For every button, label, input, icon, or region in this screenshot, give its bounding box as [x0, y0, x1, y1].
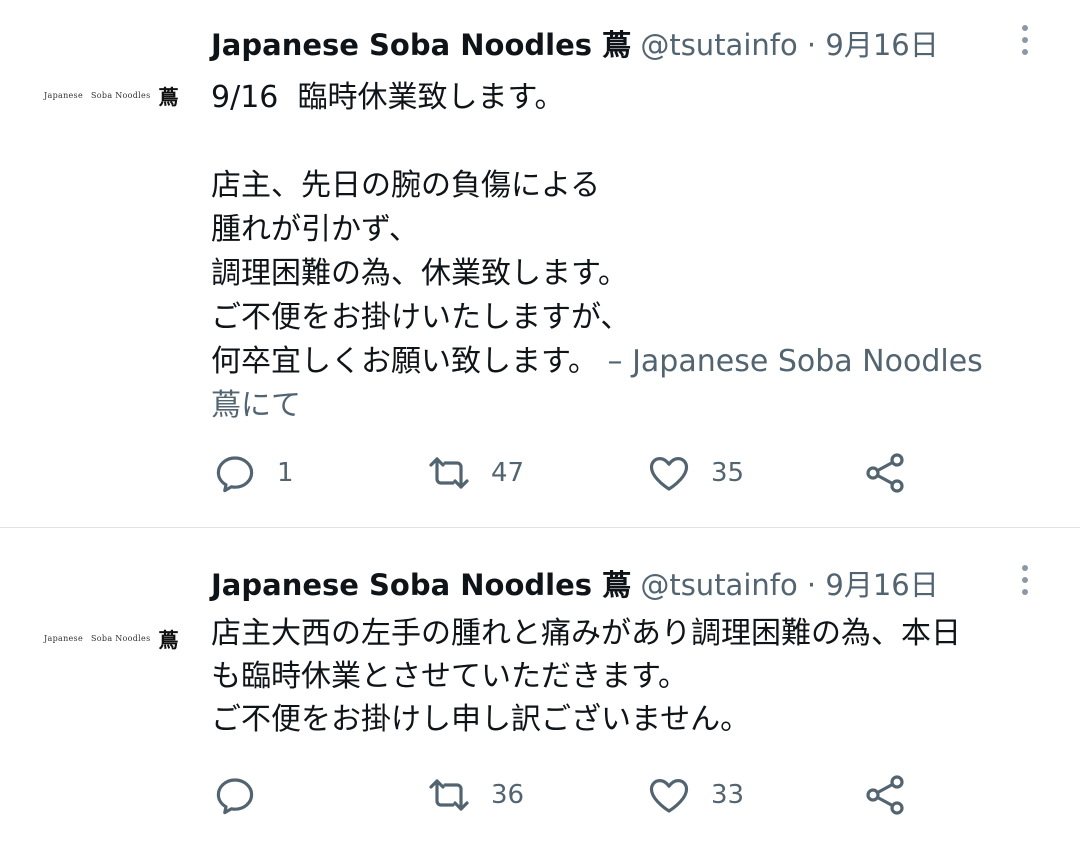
retweet-count: 47 — [491, 458, 525, 488]
tweet-body: 店主大西の左手の腫れと痛みがあり調理困難の為、本日 も臨時休業とさせていただきま… — [211, 616, 961, 737]
reply-icon — [216, 456, 254, 493]
like-count: 33 — [711, 780, 745, 810]
retweet-icon — [429, 457, 469, 489]
reply-icon — [216, 778, 254, 815]
tweet[interactable]: Japanese Soba Noodles 蔦 Japanese Soba No… — [0, 527, 1080, 845]
avatar[interactable]: Japanese Soba Noodles 蔦 — [44, 78, 178, 112]
display-name[interactable]: Japanese Soba Noodles 蔦 — [211, 28, 631, 62]
tweet-date[interactable]: 9月16日 — [825, 28, 938, 62]
share-button[interactable] — [861, 448, 909, 498]
separator: · — [797, 28, 826, 62]
reply-count: 1 — [277, 458, 294, 488]
avatar-text-left: Japanese — [44, 90, 83, 100]
tweet-header: Japanese Soba Noodles 蔦 @tsutainfo · 9月1… — [211, 26, 939, 64]
avatar-mark: 蔦 — [158, 627, 179, 652]
heart-icon — [649, 779, 689, 813]
like-button[interactable]: 33 — [645, 770, 744, 820]
more-vertical-icon[interactable] — [1014, 560, 1036, 600]
display-name[interactable]: Japanese Soba Noodles 蔦 — [211, 568, 631, 602]
tweet-body: 9/16 臨時休業致します。 店主、先日の腕の負傷による 腫れが引かず、 調理困… — [211, 80, 631, 379]
separator: · — [797, 568, 826, 602]
retweet-button[interactable]: 36 — [425, 770, 524, 820]
heart-icon — [649, 457, 689, 491]
tweet-actions: 1 47 35 — [211, 448, 931, 498]
avatar-text-left: Japanese — [44, 633, 83, 643]
tweet-text: 9/16 臨時休業致します。 店主、先日の腕の負傷による 腫れが引かず、 調理困… — [211, 76, 1051, 428]
tweet-date[interactable]: 9月16日 — [825, 568, 938, 602]
avatar-mark: 蔦 — [158, 84, 179, 109]
share-icon — [866, 775, 904, 815]
retweet-button[interactable]: 47 — [425, 448, 524, 498]
retweet-count: 36 — [491, 780, 525, 810]
like-count: 35 — [711, 458, 745, 488]
reply-button[interactable]: 1 — [211, 448, 294, 498]
tweet-text: 店主大西の左手の腫れと痛みがあり調理困難の為、本日 も臨時休業とさせていただきま… — [211, 612, 1051, 741]
like-button[interactable]: 35 — [645, 448, 744, 498]
avatar-text-right: Soba Noodles — [91, 90, 151, 100]
share-button[interactable] — [861, 770, 909, 820]
handle[interactable]: @tsutainfo — [640, 28, 797, 62]
avatar[interactable]: Japanese Soba Noodles 蔦 — [44, 621, 178, 655]
reply-button[interactable] — [211, 770, 277, 820]
tweet[interactable]: Japanese Soba Noodles 蔦 Japanese Soba No… — [0, 0, 1080, 527]
retweet-icon — [429, 779, 469, 811]
handle[interactable]: @tsutainfo — [640, 568, 797, 602]
avatar-text-right: Soba Noodles — [91, 633, 151, 643]
tweet-actions: 36 33 — [211, 770, 931, 820]
more-vertical-icon[interactable] — [1014, 20, 1036, 60]
tweet-header: Japanese Soba Noodles 蔦 @tsutainfo · 9月1… — [211, 566, 939, 604]
share-icon — [866, 453, 904, 493]
